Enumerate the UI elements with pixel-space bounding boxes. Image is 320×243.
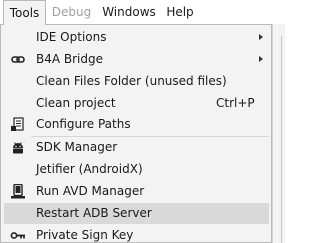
key-icon bbox=[10, 232, 25, 239]
link-icon bbox=[11, 56, 25, 63]
submenu-arrow-icon bbox=[259, 56, 263, 62]
panel-divider bbox=[281, 36, 282, 243]
menu-debug: Debug bbox=[51, 5, 92, 19]
menu-item-shortcut: Ctrl+P bbox=[216, 96, 255, 110]
document-icon bbox=[11, 117, 24, 131]
menu-item-label: Configure Paths bbox=[36, 117, 131, 131]
menu-item-clean-files-folder[interactable]: Clean Files Folder (unused files) bbox=[4, 71, 269, 92]
menu-item-label: B4A Bridge bbox=[36, 52, 104, 66]
menu-item-sdk-manager[interactable]: SDK Manager bbox=[4, 137, 269, 158]
menu-item-clean-project[interactable]: Clean project Ctrl+P bbox=[4, 93, 269, 114]
menu-help[interactable]: Help bbox=[164, 0, 196, 24]
submenu-arrow-icon bbox=[259, 34, 263, 40]
menu-item-jetifier[interactable]: Jetifier (AndroidX) bbox=[4, 159, 269, 180]
menu-item-label: Restart ADB Server bbox=[36, 206, 152, 220]
menu-item-label: Clean project bbox=[36, 96, 116, 110]
menu-item-restart-adb-server[interactable]: Restart ADB Server bbox=[4, 203, 269, 224]
menu-item-private-sign-key[interactable]: Private Sign Key bbox=[4, 225, 269, 243]
menu-item-label: Clean Files Folder (unused files) bbox=[36, 74, 227, 88]
menu-item-run-avd-manager[interactable]: Run AVD Manager bbox=[4, 181, 269, 202]
tools-dropdown-menu: IDE Options B4A Bridge Clean Files Folde… bbox=[0, 24, 272, 243]
android-icon bbox=[13, 142, 23, 154]
menu-item-label: SDK Manager bbox=[36, 140, 118, 154]
menu-item-label: Private Sign Key bbox=[36, 228, 134, 242]
menu-tools[interactable]: Tools bbox=[3, 0, 46, 25]
menu-bar: Tools Debug Windows Help bbox=[0, 0, 285, 25]
menu-item-label: Jetifier (AndroidX) bbox=[36, 162, 143, 176]
menu-item-ide-options[interactable]: IDE Options bbox=[4, 27, 269, 48]
ide-window: Tools Debug Windows Help IDE Options B4A… bbox=[0, 0, 285, 243]
background-panel bbox=[272, 24, 285, 243]
menu-item-label: IDE Options bbox=[36, 30, 107, 44]
menu-item-b4a-bridge[interactable]: B4A Bridge bbox=[4, 49, 269, 70]
menu-item-configure-paths[interactable]: Configure Paths bbox=[4, 114, 269, 135]
phone-icon bbox=[11, 184, 25, 199]
menu-item-label: Run AVD Manager bbox=[36, 184, 145, 198]
menu-windows[interactable]: Windows bbox=[99, 0, 159, 24]
